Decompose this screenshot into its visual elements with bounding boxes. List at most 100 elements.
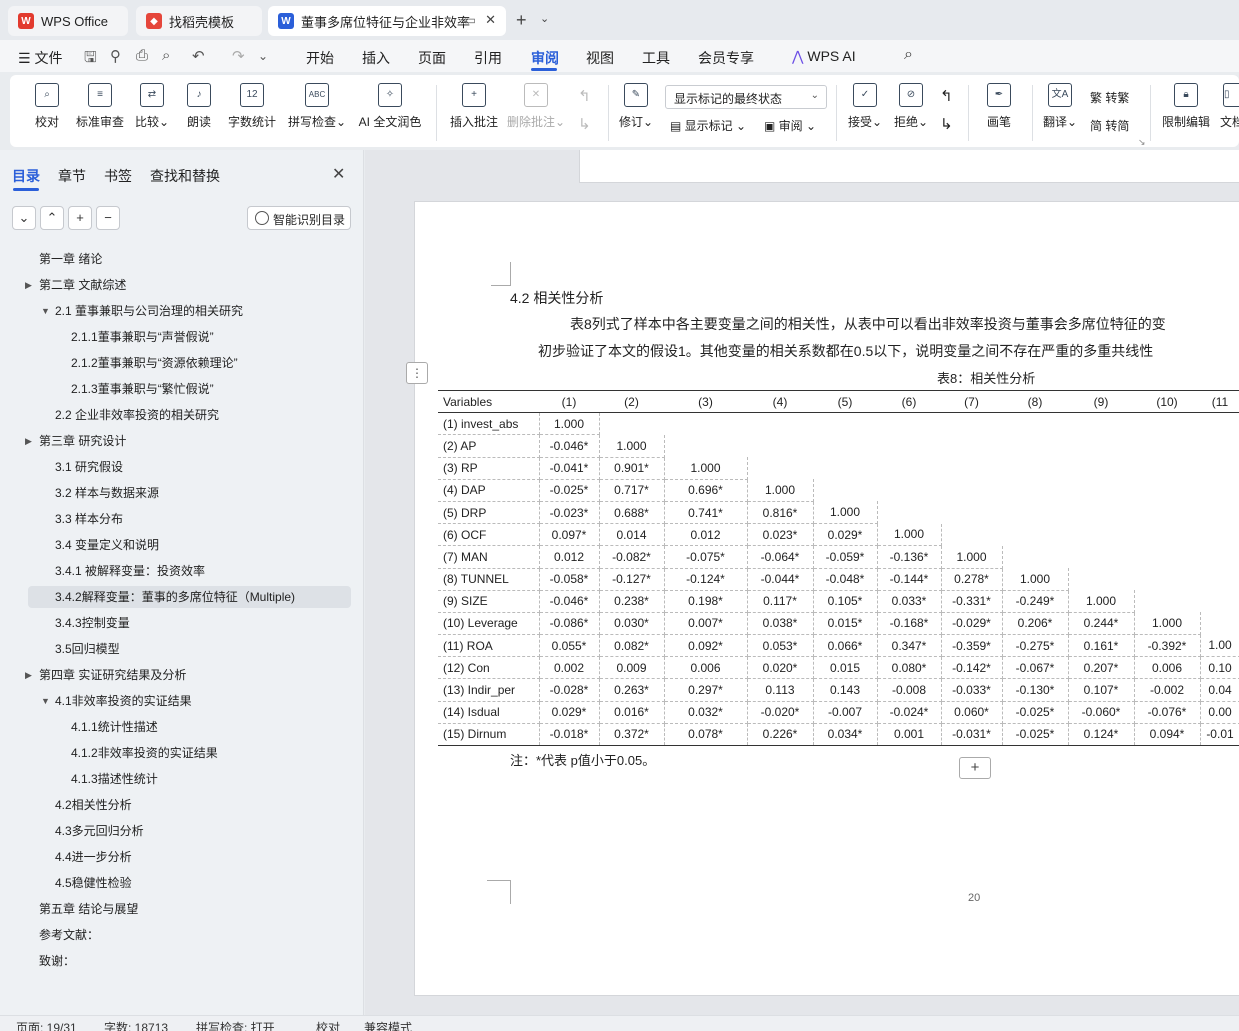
table-cell[interactable] [1068, 524, 1134, 546]
menu-review[interactable]: 审阅 [531, 48, 559, 68]
table-cell[interactable]: 1.000 [877, 523, 942, 547]
table-cell[interactable]: -0.031* [941, 723, 1003, 747]
table-cell[interactable]: -0.025* [539, 479, 600, 502]
toc-item[interactable]: 2.1.1董事兼职与“声誉假说” [71, 326, 214, 348]
table-cell[interactable] [1134, 546, 1200, 568]
table-row-label[interactable]: (11) ROA [438, 634, 540, 658]
table-cell[interactable]: 0.198* [664, 590, 748, 613]
table-cell[interactable] [1002, 413, 1068, 435]
table-cell[interactable]: 0.038* [747, 612, 814, 636]
table-cell[interactable] [877, 413, 941, 435]
table-header-cell[interactable]: (1) [539, 389, 599, 414]
table-cell[interactable]: 0.029* [813, 523, 878, 547]
table-cell[interactable]: 0.007* [664, 612, 748, 636]
menu-file[interactable]: ☰ 文件 [18, 48, 62, 68]
table-cell[interactable]: 0.092* [664, 634, 748, 658]
table-cell[interactable]: -0.033* [941, 678, 1003, 702]
table-cell[interactable]: 0.117* [747, 590, 814, 613]
window-icon[interactable]: ▭ [465, 13, 476, 27]
toc-item[interactable]: 第五章 结论与展望 [39, 898, 138, 920]
menu-view[interactable]: 视图 [586, 48, 614, 68]
menu-member[interactable]: 会员专享 [698, 48, 754, 68]
table-cell[interactable]: 1.000 [747, 479, 814, 502]
table-cell[interactable]: 1.000 [941, 545, 1003, 569]
table-cell[interactable]: 0.012 [664, 523, 748, 547]
toc-item[interactable]: 4.2相关性分析 [55, 794, 132, 816]
tab-template[interactable]: ◆ 找稻壳模板 [136, 6, 262, 36]
table-cell[interactable]: -0.059* [813, 545, 878, 569]
toc-item[interactable]: 3.4.3控制变量 [55, 612, 130, 634]
revise-button[interactable]: ✎ 修订⌄ [616, 83, 656, 130]
table-cell[interactable]: 0.206* [1002, 612, 1069, 636]
table-cell[interactable] [1002, 479, 1068, 501]
document-canvas[interactable]: 4.2 相关性分析 表8列式了样本中各主要变量之间的相关性，从表中可以看出非效率… [365, 150, 1239, 1015]
document-page[interactable]: 4.2 相关性分析 表8列式了样本中各主要变量之间的相关性，从表中可以看出非效率… [406, 201, 1239, 996]
table-cell[interactable]: 1.000 [813, 501, 878, 525]
table-row-label[interactable]: (2) AP [438, 434, 540, 458]
spell-check-button[interactable]: ABC 拼写检查⌄ [286, 83, 348, 130]
to-simplified-button[interactable]: 简 转简 [1090, 117, 1129, 134]
table-header-cell[interactable]: (5) [813, 389, 877, 414]
table-cell[interactable]: 0.029* [539, 701, 600, 724]
table-cell[interactable]: 0.033* [877, 590, 942, 613]
table-cell[interactable]: 0.066* [813, 634, 878, 658]
table-cell[interactable]: -0.127* [599, 568, 665, 591]
table-cell[interactable] [877, 435, 941, 457]
table-row-label[interactable]: (4) DAP [438, 479, 540, 502]
to-traditional-button[interactable]: 繁 转繁 [1090, 89, 1129, 106]
table-cell[interactable]: 0.053* [747, 634, 814, 658]
toc-item[interactable]: 参考文献： [39, 924, 99, 946]
doc-more-button[interactable]: ▯ 文档 [1220, 83, 1239, 130]
delete-comment-button[interactable]: ✕ 删除批注⌄ [506, 83, 566, 130]
table-cell[interactable]: 0.015* [813, 612, 878, 636]
table-cell[interactable] [1134, 590, 1200, 612]
table-cell[interactable]: 0.016* [599, 701, 665, 724]
table-cell[interactable] [813, 413, 877, 435]
table-cell[interactable]: 0.060* [941, 701, 1003, 724]
toc-item[interactable]: 第一章 绪论 [39, 248, 102, 270]
tab-toc[interactable]: 目录 [12, 166, 40, 186]
table-cell[interactable]: 0.372* [599, 723, 665, 747]
table-cell[interactable] [1002, 457, 1068, 479]
search-icon[interactable]: ⌕ [904, 46, 913, 64]
table-cell[interactable] [1200, 501, 1239, 523]
table-cell[interactable]: 0.10 [1200, 656, 1239, 680]
table-cell[interactable]: -0.331* [941, 590, 1003, 613]
table-cell[interactable]: 0.113 [747, 678, 814, 702]
table-cell[interactable] [599, 413, 664, 435]
caret-right-icon[interactable]: ▶ [25, 274, 32, 296]
table-cell[interactable]: 1.000 [1002, 568, 1069, 591]
table-cell[interactable]: -0.025* [1002, 701, 1069, 724]
table-row-label[interactable]: (7) MAN [438, 545, 540, 569]
toc-item[interactable]: 3.3 样本分布 [55, 508, 123, 530]
table-cell[interactable]: -0.075* [664, 545, 748, 569]
table-cell[interactable]: -0.392* [1134, 634, 1201, 658]
table-header-cell[interactable]: (4) [747, 389, 813, 414]
table-cell[interactable]: -0.002 [1134, 678, 1201, 702]
chevron-down-icon[interactable]: ⌄ [540, 12, 549, 25]
table-cell[interactable]: -0.067* [1002, 656, 1069, 680]
previous-comment-icon[interactable]: ↰ [578, 87, 591, 105]
table-cell[interactable]: 0.094* [1134, 723, 1201, 747]
table-cell[interactable] [1200, 435, 1239, 457]
next-comment-icon[interactable]: ↳ [578, 115, 591, 133]
table-cell[interactable]: 0.014 [599, 523, 665, 547]
table-cell[interactable] [1002, 546, 1068, 568]
menu-tools[interactable]: 工具 [642, 48, 670, 68]
menu-page[interactable]: 页面 [418, 48, 446, 68]
table-header-cell[interactable]: (8) [1002, 389, 1068, 414]
table-cell[interactable]: 0.238* [599, 590, 665, 613]
table-cell[interactable] [813, 435, 877, 457]
table-cell[interactable]: 1.000 [539, 412, 600, 436]
table-cell[interactable] [664, 413, 747, 435]
toc-item[interactable]: ▼ 2.1 董事兼职与公司治理的相关研究 [41, 300, 243, 322]
table-cell[interactable]: 1.000 [1068, 590, 1135, 613]
table-cell[interactable] [1134, 524, 1200, 546]
table-cell[interactable] [1002, 524, 1068, 546]
table-cell[interactable]: 0.161* [1068, 634, 1135, 658]
print-icon[interactable]: ⎙ [136, 47, 148, 64]
table-cell[interactable] [1068, 435, 1134, 457]
toc-item[interactable]: 2.1.3董事兼职与“繁忙假说” [71, 378, 214, 400]
page-indicator[interactable]: 页面: 19/31 [16, 1019, 77, 1031]
table-cell[interactable]: -0.029* [941, 612, 1003, 636]
